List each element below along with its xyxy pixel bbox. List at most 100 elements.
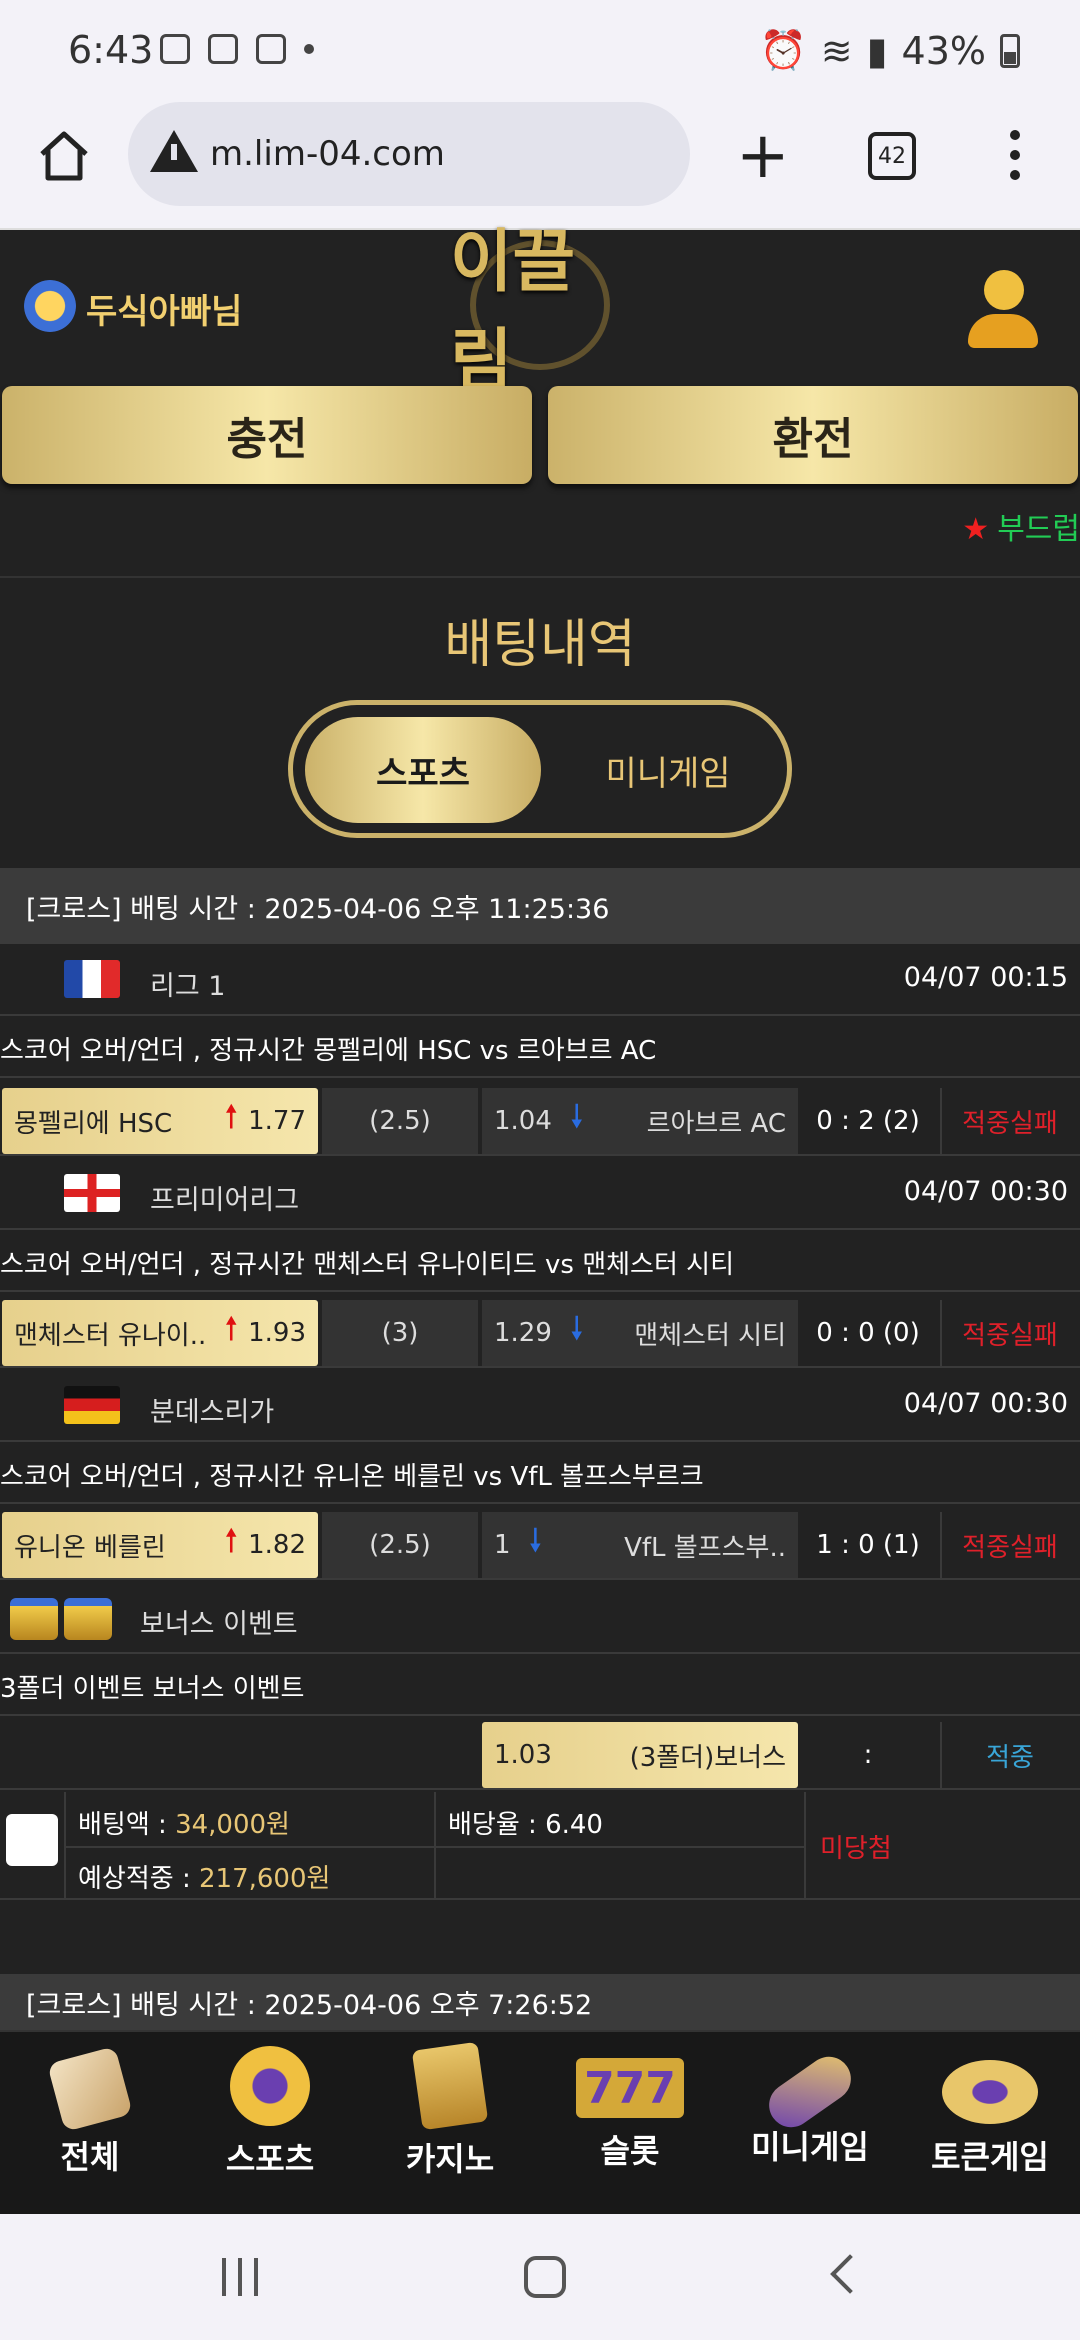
battery-icon xyxy=(1000,33,1020,68)
away-selection[interactable]: 1.04 🠗 르아브르 AC xyxy=(482,1088,798,1154)
tab-switcher-button[interactable]: 42 xyxy=(868,132,916,180)
away-selection[interactable]: 1.29 🠗 맨체스터 시티 xyxy=(482,1300,798,1366)
odds-row: 유니온 베를린 🠕 1.82 (2.5) 1 🠗 VfL 볼프스부.. 1 : … xyxy=(0,1510,1080,1580)
system-navigation-bar xyxy=(0,2214,1080,2340)
site-logo[interactable]: 이끌림 xyxy=(450,223,630,401)
odds-row: 맨체스터 유나이.. 🠕 1.93 (3) 1.29 🠗 맨체스터 시티 0 :… xyxy=(0,1298,1080,1368)
bet-summary: 배팅액 : 34,000원 배당율 : 6.40 예상적중 : 217,600원… xyxy=(0,1792,1080,1900)
bottom-navigation: 전체 스포츠 카지노 777 슬롯 미니게임 토큰게임 xyxy=(0,2030,1080,2214)
bonus-selection[interactable]: 1.03 (3폴더)보너스 xyxy=(482,1722,798,1788)
username[interactable]: 두식아빠님 xyxy=(86,284,242,333)
status-bar: 6:43 ⏰ ≋ ▮ 43% xyxy=(0,0,1080,100)
home-odds: 1.77 xyxy=(248,1106,306,1136)
score: : xyxy=(863,1740,873,1770)
league-name: 프리미어리그 xyxy=(150,1185,300,1216)
score: 1 : 0 (1) xyxy=(816,1530,920,1560)
divider xyxy=(0,576,1080,578)
tab-sports[interactable]: 스포츠 xyxy=(305,717,541,823)
wifi-icon: ≋ xyxy=(820,28,853,73)
home-selection[interactable]: 맨체스터 유나이.. 🠕 1.93 xyxy=(2,1300,318,1366)
league-row: 프리미어리그 04/07 00:30 xyxy=(0,1158,1080,1230)
gallery-icon xyxy=(160,34,190,64)
nav-sports[interactable]: 스포츠 xyxy=(180,2046,360,2206)
new-tab-icon[interactable]: + xyxy=(736,124,790,188)
url-text[interactable]: m.lim-04.com xyxy=(210,134,445,174)
page-title: 배팅내역 xyxy=(444,615,636,675)
market-description: 3폴더 이벤트 보너스 이벤트 xyxy=(0,1654,1080,1716)
handicap: (3) xyxy=(322,1300,478,1366)
home-team: 몽펠리에 HSC xyxy=(14,1108,173,1139)
roulette-icon xyxy=(942,2060,1038,2124)
system-icons: ⏰ ≋ ▮ 43% xyxy=(759,28,1020,73)
league-name: 분데스리가 xyxy=(150,1397,275,1428)
nav-token-game[interactable]: 토큰게임 xyxy=(900,2046,1080,2206)
bet-type-toggle: 스포츠 미니게임 xyxy=(288,700,792,838)
away-team: 맨체스터 시티 xyxy=(634,1320,786,1351)
gift-icon xyxy=(10,1598,114,1640)
handicap: (2.5) xyxy=(322,1088,478,1154)
ticker-text: 부드럽 xyxy=(997,512,1080,547)
home-odds: 1.93 xyxy=(248,1318,306,1348)
result-status: 적중실패 xyxy=(940,1088,1078,1154)
withdraw-button[interactable]: 환전 xyxy=(548,386,1078,484)
bet-header: [크로스] 배팅 시간 : 2025-04-06 오후 11:25:36 xyxy=(0,868,1080,944)
tiktok-icon xyxy=(256,34,286,64)
nav-minigame[interactable]: 미니게임 xyxy=(720,2046,900,2206)
home-team: 유니온 베를린 xyxy=(14,1532,166,1563)
home-odds: 1.82 xyxy=(248,1530,306,1560)
away-selection[interactable]: 1 🠗 VfL 볼프스부.. xyxy=(482,1512,798,1578)
bonus-name: (3폴더)보너스 xyxy=(629,1742,786,1773)
recent-apps-icon[interactable] xyxy=(222,2258,258,2296)
home-button-icon[interactable] xyxy=(524,2256,566,2298)
tab-minigame[interactable]: 미니게임 xyxy=(553,717,783,823)
home-team: 맨체스터 유나이.. xyxy=(14,1320,207,1351)
market-description: 스코어 오버/언더 , 정규시간 몽펠리에 HSC vs 르아브르 AC xyxy=(0,1016,1080,1078)
arrow-up-icon: 🠕 xyxy=(224,1309,239,1347)
match-date: 04/07 00:30 xyxy=(903,1176,1068,1207)
league-name: 보너스 이벤트 xyxy=(140,1609,298,1640)
home-selection[interactable]: 몽펠리에 HSC 🠕 1.77 xyxy=(2,1088,318,1154)
league-name: 리그 1 xyxy=(150,971,226,1002)
arrow-down-icon: 🠗 xyxy=(569,1097,584,1135)
arrow-down-icon: 🠗 xyxy=(528,1521,543,1559)
signal-icon: ▮ xyxy=(866,28,888,73)
away-team: 르아브르 AC xyxy=(646,1108,786,1139)
match-date: 04/07 00:30 xyxy=(903,1388,1068,1419)
league-row: 분데스리가 04/07 00:30 xyxy=(0,1370,1080,1442)
bet-header: [크로스] 배팅 시간 : 2025-04-06 오후 7:26:52 xyxy=(0,1974,1080,2030)
result-status: 적중 xyxy=(940,1722,1078,1788)
away-odds: 1.04 xyxy=(494,1106,552,1136)
cards-icon xyxy=(411,2041,489,2131)
select-checkbox[interactable] xyxy=(6,1814,58,1866)
market-description: 스코어 오버/언더 , 정규시간 유니온 베를린 vs VfL 볼프스부르크 xyxy=(0,1442,1080,1504)
soccer-ball-icon xyxy=(230,2046,310,2126)
league-row: 리그 1 04/07 00:15 xyxy=(0,944,1080,1016)
more-options-icon[interactable] xyxy=(1010,130,1022,190)
status-time: 6:43 xyxy=(68,28,154,72)
away-odds: 1 xyxy=(494,1530,511,1560)
away-odds: 1.29 xyxy=(494,1318,552,1348)
profile-icon[interactable] xyxy=(968,270,1040,350)
handicap: (2.5) xyxy=(322,1512,478,1578)
result-status: 적중실패 xyxy=(940,1300,1078,1366)
away-team: VfL 볼프스부.. xyxy=(624,1532,786,1563)
result-status: 적중실패 xyxy=(940,1512,1078,1578)
home-selection[interactable]: 유니온 베를린 🠕 1.82 xyxy=(2,1512,318,1578)
score: 0 : 0 (0) xyxy=(816,1318,920,1348)
arrow-up-icon: 🠕 xyxy=(224,1521,239,1559)
nav-casino[interactable]: 카지노 xyxy=(360,2041,540,2206)
nav-all[interactable]: 전체 xyxy=(0,2046,180,2206)
odds-row: 몽펠리에 HSC 🠕 1.77 (2.5) 1.04 🠗 르아브르 AC 0 :… xyxy=(0,1086,1080,1156)
england-flag-icon xyxy=(64,1174,120,1212)
slot-777-icon: 777 xyxy=(576,2058,684,2118)
nav-slot[interactable]: 777 슬롯 xyxy=(540,2046,720,2206)
more-notifications-dot xyxy=(304,44,314,54)
dice-icon xyxy=(47,2046,133,2132)
odds-row: 1.03 (3폴더)보너스 : 적중 xyxy=(0,1720,1080,1790)
star-icon: ★ xyxy=(962,512,990,547)
home-icon[interactable] xyxy=(34,126,94,186)
back-icon[interactable] xyxy=(830,2254,870,2294)
match-date: 04/07 00:15 xyxy=(903,962,1068,993)
deposit-button[interactable]: 충전 xyxy=(2,386,532,484)
germany-flag-icon xyxy=(64,1386,120,1424)
